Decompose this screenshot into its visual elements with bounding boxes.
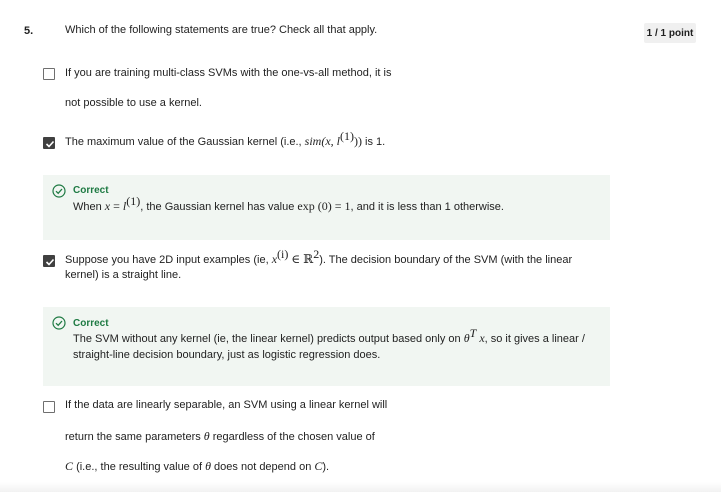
feedback-title: Correct [73, 318, 109, 329]
check-circle-icon [52, 184, 66, 198]
bottom-shadow [0, 482, 721, 492]
option-1-text-line1: If you are training multi-class SVMs wit… [65, 67, 392, 79]
feedback-title: Correct [73, 185, 109, 196]
question-prompt: Which of the following statements are tr… [65, 24, 378, 36]
feedback-body: When x = l(1), the Gaussian kernel has v… [73, 194, 504, 213]
check-circle-icon [52, 316, 66, 330]
option-1-text-line2: not possible to use a kernel. [65, 97, 202, 109]
option-2-feedback: Correct When x = l(1), the Gaussian kern… [43, 175, 610, 240]
option-1-checkbox[interactable] [43, 68, 55, 80]
feedback-body: The SVM without any kernel (ie, the line… [73, 326, 585, 361]
option-3-text-line1: Suppose you have 2D input examples (ie, … [65, 247, 573, 266]
question-number: 5. [24, 25, 34, 37]
option-2-checkbox[interactable] [43, 137, 55, 149]
option-4-text-line1: If the data are linearly separable, an S… [65, 399, 388, 411]
option-2-text: The maximum value of the Gaussian kernel… [65, 129, 386, 148]
option-3-checkbox[interactable] [43, 255, 55, 267]
option-4-checkbox[interactable] [43, 401, 55, 413]
score-badge: 1 / 1 point [644, 23, 696, 43]
option-3-feedback: Correct The SVM without any kernel (ie, … [43, 307, 610, 386]
option-3-text-line2: kernel) is a straight line. [65, 269, 182, 281]
option-4-text-line3: C (i.e., the resulting value of θ does n… [65, 459, 330, 473]
option-4-text-line2: return the same parameters θ regardless … [65, 429, 375, 443]
